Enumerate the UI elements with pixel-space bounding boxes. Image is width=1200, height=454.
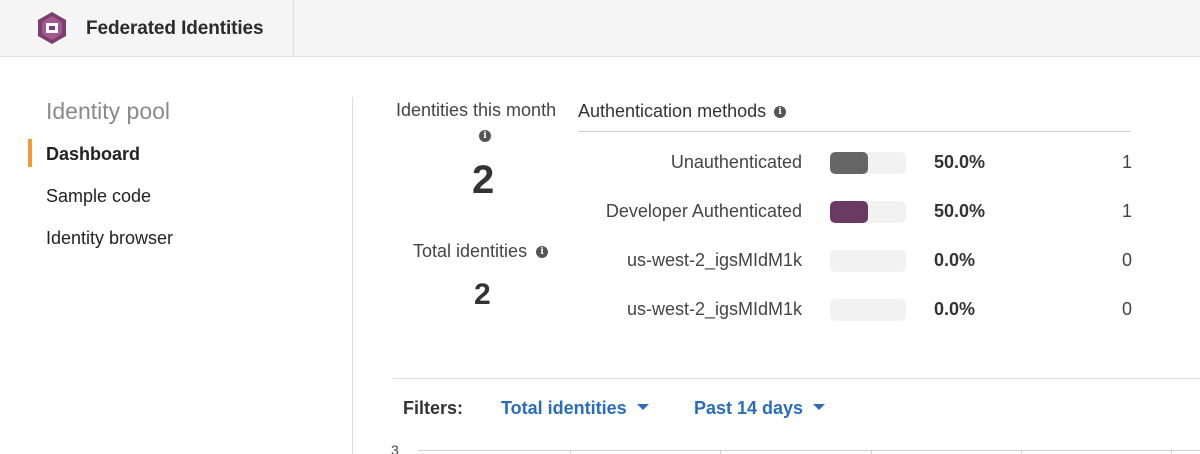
auth-methods-title: Authentication methods i bbox=[578, 101, 787, 122]
identities-this-month-label: Identities this month bbox=[396, 100, 557, 120]
auth-method-count: 0 bbox=[1121, 299, 1132, 319]
chart-gridline bbox=[418, 450, 1200, 451]
auth-method-name: Unauthenticated bbox=[670, 152, 802, 172]
auth-method-bar-fill bbox=[830, 152, 868, 174]
chart-x-tick bbox=[720, 450, 721, 454]
chart-x-tick bbox=[871, 450, 872, 454]
auth-method-bar bbox=[830, 152, 906, 174]
chart-x-tick bbox=[1171, 450, 1172, 454]
sidebar-heading: Identity pool bbox=[46, 98, 171, 124]
auth-method-row: us-west-2_igsMIdM1k 0.0% 0 bbox=[578, 295, 1138, 325]
caret-down-icon bbox=[813, 404, 826, 411]
caret-down-icon bbox=[636, 404, 649, 411]
metric-filter-value: Total identities bbox=[501, 398, 627, 418]
filters-label: Filters: bbox=[403, 398, 464, 418]
info-icon[interactable]: i bbox=[536, 246, 549, 259]
auth-method-bar bbox=[830, 299, 906, 321]
auth-method-bar bbox=[830, 250, 906, 272]
chart-y-tick-label: 3 bbox=[391, 442, 399, 454]
brand[interactable]: Federated Identities bbox=[0, 0, 294, 57]
total-identities-value: 2 bbox=[474, 278, 491, 311]
sidebar-item-sample-code[interactable]: Sample code bbox=[46, 186, 151, 207]
auth-methods-title-text: Authentication methods bbox=[578, 101, 767, 121]
range-filter-value: Past 14 days bbox=[694, 398, 804, 418]
top-bar: Federated Identities bbox=[0, 0, 1200, 57]
total-identities-label-text: Total identities bbox=[413, 241, 528, 261]
auth-method-bar-fill bbox=[830, 201, 868, 223]
chart-x-tick bbox=[1021, 450, 1022, 454]
auth-method-bar bbox=[830, 201, 906, 223]
auth-method-row: Unauthenticated 50.0% 1 bbox=[578, 148, 1138, 178]
sidebar-divider bbox=[352, 97, 353, 454]
cognito-logo-icon bbox=[38, 12, 66, 44]
auth-method-percent: 0.0% bbox=[934, 299, 976, 319]
auth-method-count: 1 bbox=[1121, 201, 1132, 221]
identities-chart: 3 bbox=[380, 438, 1200, 454]
identities-this-month-value: 2 bbox=[472, 158, 495, 202]
auth-method-name: us-west-2_igsMIdM1k bbox=[626, 299, 802, 319]
auth-method-count: 0 bbox=[1121, 250, 1132, 270]
auth-method-row: Developer Authenticated 50.0% 1 bbox=[578, 197, 1138, 227]
range-filter-dropdown[interactable]: Past 14 days bbox=[694, 398, 826, 419]
filters-divider bbox=[393, 378, 1200, 379]
sidebar-item-dashboard[interactable]: Dashboard bbox=[46, 144, 140, 165]
auth-method-percent: 50.0% bbox=[934, 201, 986, 221]
total-identities-label: Total identities i bbox=[413, 241, 549, 262]
auth-method-percent: 50.0% bbox=[934, 152, 986, 172]
info-icon[interactable]: i bbox=[774, 106, 787, 119]
app-title: Federated Identities bbox=[86, 18, 264, 39]
chart-x-tick bbox=[570, 450, 571, 454]
sidebar: Identity pool Dashboard Sample code Iden… bbox=[0, 58, 352, 454]
metric-filter-dropdown[interactable]: Total identities bbox=[501, 398, 649, 419]
auth-methods-divider bbox=[578, 131, 1131, 132]
sidebar-item-identity-browser[interactable]: Identity browser bbox=[46, 228, 173, 249]
active-indicator bbox=[28, 139, 32, 167]
auth-method-name: us-west-2_igsMIdM1k bbox=[626, 250, 802, 270]
info-icon[interactable]: i bbox=[479, 130, 491, 142]
auth-method-name: Developer Authenticated bbox=[605, 201, 802, 221]
auth-method-count: 1 bbox=[1121, 152, 1132, 172]
auth-method-row: us-west-2_igsMIdM1k 0.0% 0 bbox=[578, 246, 1138, 276]
auth-method-percent: 0.0% bbox=[934, 250, 976, 270]
